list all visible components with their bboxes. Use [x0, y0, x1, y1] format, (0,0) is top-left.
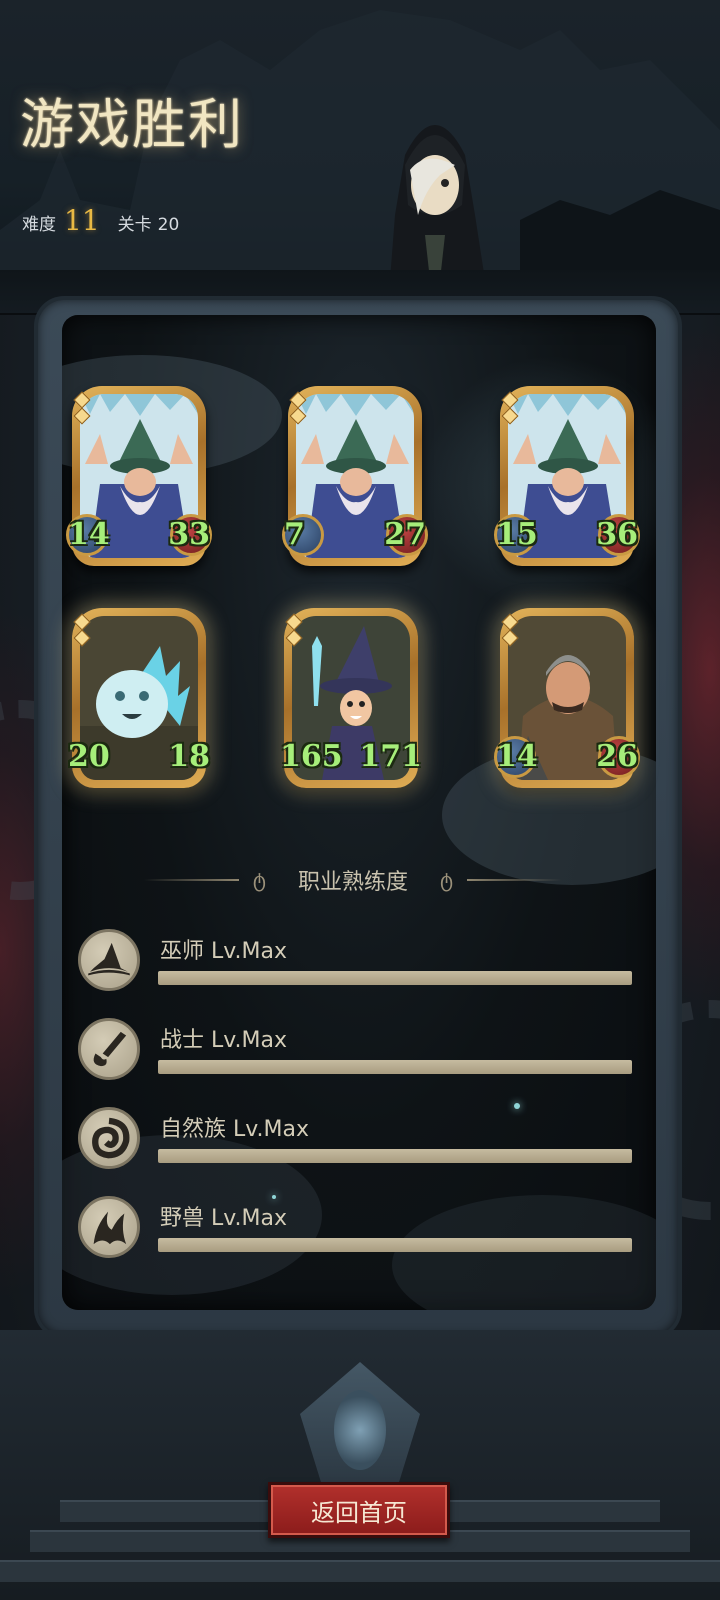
wizard-hat-icon	[78, 929, 140, 991]
swirl-ornament-icon: ტ	[440, 868, 454, 892]
beast-claw-icon	[78, 1196, 140, 1258]
proficiency-bar	[158, 1060, 632, 1074]
attack-value: 14	[68, 517, 110, 552]
proficiency-fill	[158, 1060, 632, 1074]
hooded-hero-portrait	[390, 125, 485, 280]
health-value: 171	[359, 739, 422, 774]
unit-card[interactable]: 15 36	[494, 386, 640, 566]
divider-line	[467, 879, 563, 881]
unit-card[interactable]: 14 33	[66, 386, 212, 566]
proficiency-fill	[158, 1149, 632, 1163]
attack-value: 7	[284, 517, 305, 552]
attack-value: 165	[280, 739, 343, 774]
proficiency-bar	[158, 1238, 632, 1252]
sword-swirl-icon	[78, 1018, 140, 1080]
run-stats: 难度 11 关卡 20	[22, 204, 179, 237]
proficiency-title: 职业熟练度	[297, 870, 408, 895]
proficiency-bar	[158, 1149, 632, 1163]
divider-line	[143, 879, 239, 881]
attack-value: 15	[496, 517, 538, 552]
proficiency-fill	[158, 971, 632, 985]
nature-spiral-icon	[78, 1107, 140, 1169]
unit-card[interactable]: 14 26	[494, 608, 640, 788]
difficulty-value: 11	[64, 204, 100, 237]
proficiency-row-nature: 自然族 Lv.Max	[78, 1103, 638, 1173]
proficiency-row-beast: 野兽 Lv.Max	[78, 1192, 638, 1262]
level-value: 20	[157, 215, 180, 235]
proficiency-label: 野兽 Lv.Max	[160, 1206, 288, 1231]
result-header: 游戏胜利 难度 11 关卡 20	[0, 0, 720, 300]
proficiency-label: 战士 Lv.Max	[160, 1028, 288, 1053]
swirl-ornament-icon: ტ	[252, 868, 266, 892]
health-value: 27	[384, 517, 426, 552]
stair-step	[0, 1560, 720, 1582]
proficiency-fill	[158, 1238, 632, 1252]
health-value: 36	[596, 517, 638, 552]
attack-value: 20	[68, 739, 110, 774]
proficiency-row-wizard: 巫师 Lv.Max	[78, 925, 638, 995]
return-home-button[interactable]: 返回首页	[268, 1482, 450, 1538]
health-value: 18	[168, 739, 210, 774]
unit-card[interactable]: 165 171	[280, 608, 422, 788]
attack-value: 14	[496, 739, 538, 774]
health-value: 33	[168, 517, 210, 552]
proficiency-bar	[158, 971, 632, 985]
arch-eye-gem	[334, 1390, 386, 1470]
proficiency-label: 巫师 Lv.Max	[160, 939, 288, 964]
proficiency-header: ტ 职业熟练度 ტ	[128, 860, 578, 900]
health-value: 26	[596, 739, 638, 774]
unit-card[interactable]: 7 27	[282, 386, 428, 566]
level-label: 关卡	[117, 215, 152, 235]
unit-card[interactable]: 20 18	[68, 608, 210, 788]
page-title: 游戏胜利	[20, 93, 244, 156]
proficiency-row-warrior: 战士 Lv.Max	[78, 1014, 638, 1084]
proficiency-label: 自然族 Lv.Max	[160, 1117, 310, 1142]
difficulty-label: 难度	[22, 215, 56, 235]
